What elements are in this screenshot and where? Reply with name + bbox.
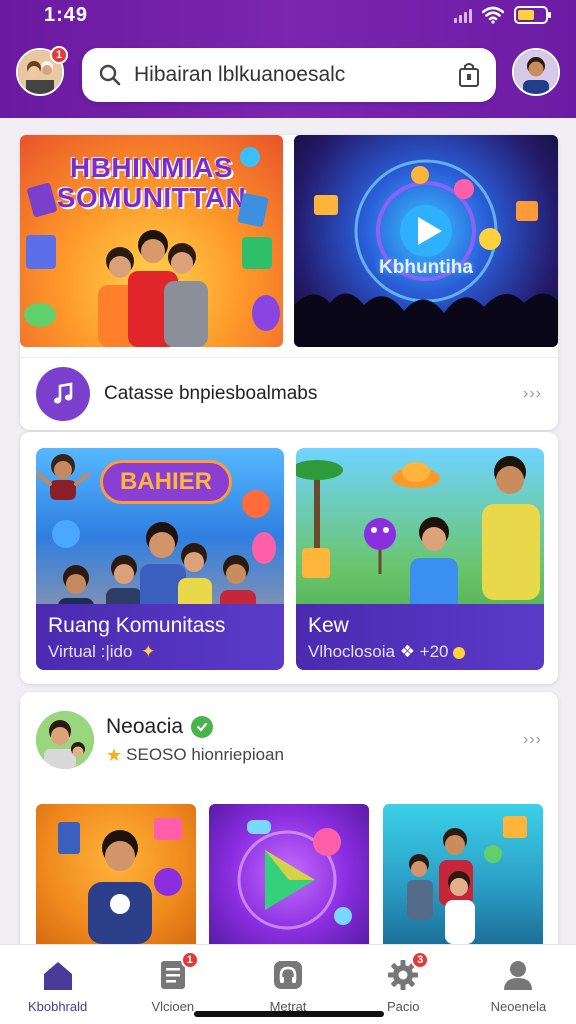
nav-label: Pacio — [386, 999, 420, 1014]
participant-count: +20 — [419, 642, 449, 661]
top-header: 1:49 1 Hibairan lblkuanoesalc — [0, 0, 576, 118]
content-thumbnail[interactable] — [36, 804, 196, 944]
notification-badge: 1 — [180, 951, 199, 969]
playlist-row[interactable]: Catasse bnpiesboalmabs ››› — [20, 357, 558, 429]
profile-avatar[interactable] — [36, 711, 94, 769]
play-glow-illustration — [237, 820, 352, 930]
profile-info: Neoacia ★ SЕOSO hionriepioan — [106, 715, 523, 766]
cartoon-avatar-sticker — [34, 446, 92, 504]
chevron-right-icon[interactable]: ››› — [523, 385, 542, 403]
nav-label: Neoenela — [490, 999, 547, 1014]
nav-label: Vlcioen — [151, 999, 195, 1014]
family-game-illustration — [407, 816, 527, 944]
community-card: Ruang Komunitass Virtual :|іdo ✦ BAHIER — [20, 432, 558, 684]
tile-title: Kew — [308, 614, 349, 637]
wifi-icon — [482, 6, 504, 24]
status-icons — [454, 6, 551, 24]
event-tile[interactable]: Kew Vlhoclosoia ❖ +20 — [296, 448, 544, 670]
headphones-icon — [270, 957, 306, 993]
battery-icon — [514, 6, 551, 24]
nav-label: Kbobhrald — [27, 999, 88, 1014]
music-note-icon[interactable] — [36, 366, 90, 421]
verified-check-icon — [191, 715, 214, 738]
home-indicator — [194, 1011, 384, 1017]
tile-caption: Kew Vlhoclosoia ❖ +20 — [296, 604, 544, 670]
sparkle-icon: ✦ — [141, 642, 156, 661]
content-thumbnail[interactable] — [383, 804, 543, 944]
shopping-bag-icon[interactable] — [458, 62, 480, 88]
home-icon — [40, 957, 76, 993]
signal-icon — [454, 7, 472, 23]
star-icon: ★ — [106, 744, 123, 765]
user-icon — [500, 957, 536, 993]
tile-caption: Ruang Komunitass Virtual :|іdo ✦ — [36, 604, 284, 670]
content-thumbnail[interactable] — [209, 804, 369, 944]
boy-phone-illustration — [58, 818, 182, 944]
featured-card: HBHINMIAS SOMUNITTAN Kbhuntiha Catasse b… — [20, 135, 558, 430]
tile-subtitle: Vlhoclosoia ❖ +20 — [308, 642, 532, 662]
document-icon: 1 — [155, 951, 199, 993]
sticker-label: BAHIER — [100, 460, 232, 504]
search-icon — [99, 64, 121, 86]
chevron-right-icon[interactable]: ››› — [523, 731, 542, 749]
notification-badge: 1 — [50, 46, 68, 64]
play-stage-illustration — [294, 159, 558, 347]
user-avatar[interactable]: 1 — [16, 46, 68, 96]
search-bar[interactable]: Hibairan lblkuanoesalc — [82, 48, 496, 102]
profile-name-row: Neoacia — [106, 715, 523, 739]
profile-name: Neoacia — [106, 714, 184, 738]
profile-avatar[interactable] — [512, 48, 560, 96]
profile-row[interactable]: Neoacia ★ SЕOSO hionriepioan ››› — [36, 708, 542, 772]
notification-badge: 3 — [411, 951, 430, 969]
profile-subtitle-row: ★ SЕOSO hionriepioan — [106, 745, 523, 766]
tile-title: Ruang Komunitass — [48, 614, 226, 637]
game-pad-icon: ❖ — [399, 642, 415, 661]
nav-profile[interactable]: Neoenela — [461, 945, 576, 1024]
community-banner[interactable]: HBHINMIAS SOMUNITTAN — [20, 135, 283, 347]
coin-icon — [453, 646, 466, 659]
nav-home[interactable]: Kbobhrald — [0, 945, 115, 1024]
profile-subtitle: SЕOSO hionriepioan — [126, 745, 284, 764]
group-photo-illustration — [24, 147, 280, 347]
concert-banner[interactable]: Kbhuntiha — [294, 135, 558, 347]
profile-card: Neoacia ★ SЕOSO hionriepioan ››› — [20, 692, 558, 952]
search-input[interactable]: Hibairan lblkuanoesalc — [134, 63, 458, 87]
playlist-title: Catasse bnpiesboalmabs — [104, 382, 318, 404]
tile-subtitle: Virtual :|іdo ✦ — [48, 642, 156, 661]
banner-title: Kbhuntiha — [379, 257, 473, 278]
status-time: 1:49 — [44, 4, 89, 26]
gear-icon: 3 — [385, 951, 430, 993]
